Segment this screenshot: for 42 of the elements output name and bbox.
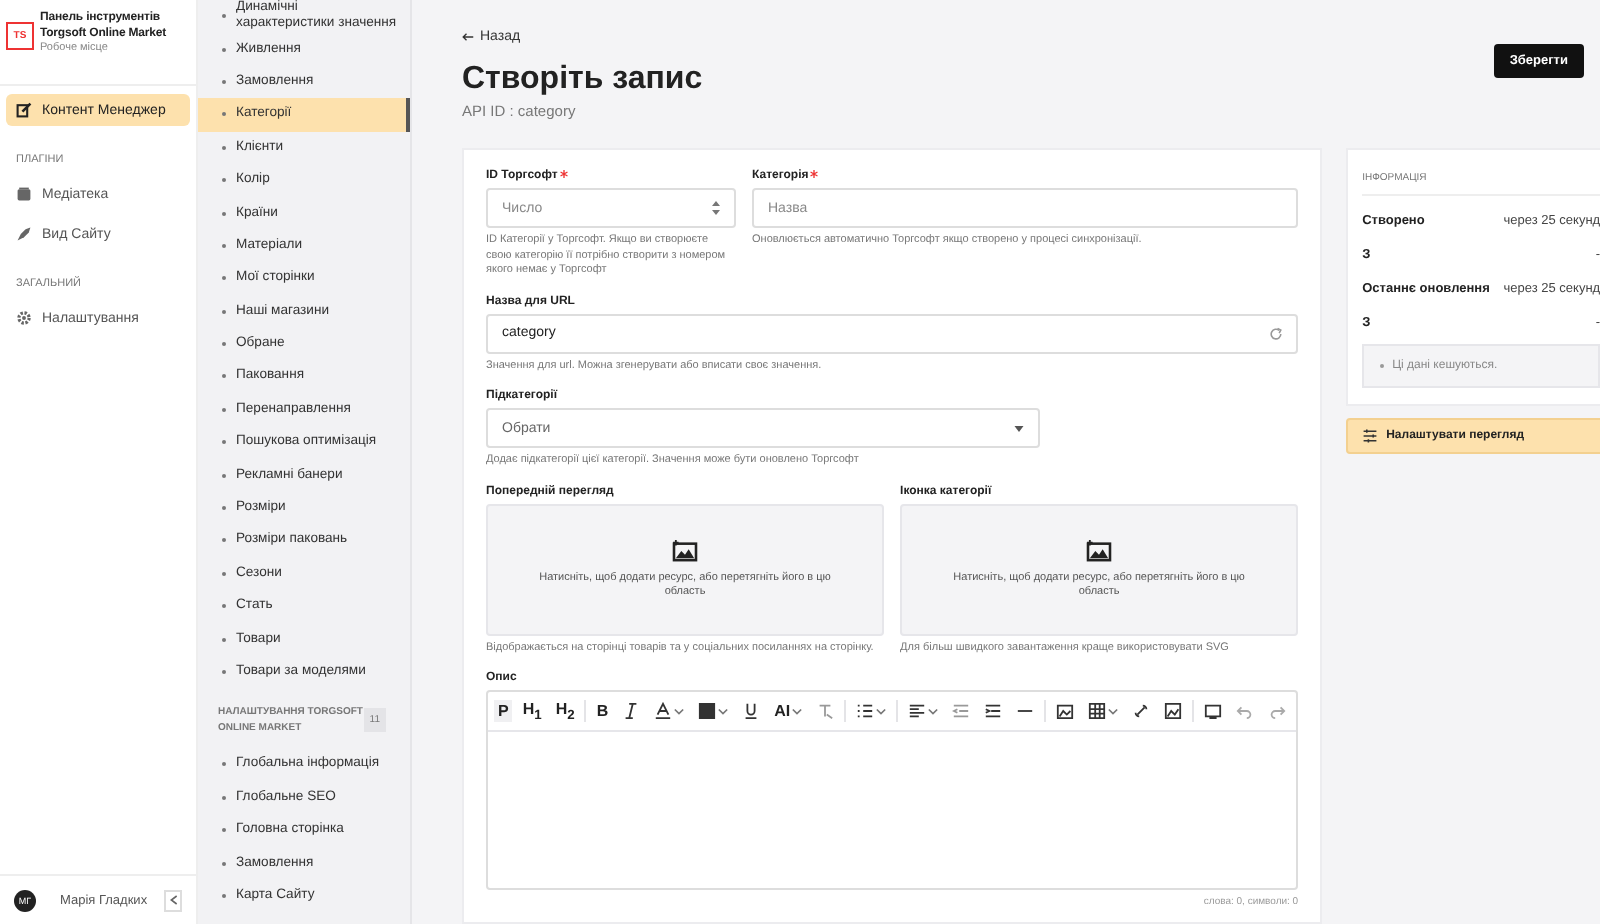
toolbar-button[interactable]	[1052, 700, 1079, 722]
gallery-icon	[1164, 702, 1183, 720]
toolbar-button[interactable]	[1200, 700, 1227, 722]
image-add-icon	[1086, 539, 1113, 561]
outdent-icon	[952, 702, 971, 720]
underline-icon	[742, 702, 761, 720]
collapse-button[interactable]	[164, 889, 182, 911]
arrow-left-icon	[462, 32, 474, 42]
format-button[interactable]: P	[494, 700, 513, 722]
format-button[interactable]: AI	[770, 700, 807, 722]
chevron-left-icon	[169, 894, 177, 906]
clear-format-icon	[816, 702, 835, 720]
italic-icon	[622, 702, 641, 720]
page-title: Створіть запис	[462, 62, 703, 98]
align-icon	[908, 702, 927, 720]
monitor-icon	[1204, 702, 1223, 720]
toolbar-button[interactable]	[650, 700, 689, 722]
toolbar-button[interactable]	[1160, 700, 1187, 722]
list-icon	[856, 702, 875, 720]
format-button[interactable]: H$_{2}$	[551, 697, 579, 725]
font-color-icon	[654, 702, 673, 720]
toolbar-button[interactable]	[694, 700, 733, 722]
indent-icon	[984, 702, 1003, 720]
caret-icon	[1014, 425, 1024, 431]
undo-icon	[1236, 702, 1255, 720]
image-add-icon	[672, 539, 699, 561]
table-icon	[1088, 702, 1107, 720]
spinner-icon	[712, 200, 720, 216]
toolbar-button[interactable]	[852, 700, 891, 722]
refresh-icon	[1268, 325, 1285, 341]
highlight-icon	[698, 702, 717, 720]
image-icon	[1056, 702, 1075, 720]
toolbar-button[interactable]	[1084, 700, 1123, 722]
format-button[interactable]: H$_{1}$	[518, 697, 546, 725]
toolbar-button[interactable]	[904, 700, 943, 722]
settings-icon	[16, 310, 32, 326]
rich-text-editor[interactable]: P H$_{1}$ H$_{2}$ B AI	[486, 690, 1299, 890]
sliders-icon	[1362, 428, 1379, 444]
media-icon	[16, 186, 32, 202]
edit-icon	[16, 102, 32, 118]
redo-icon	[1268, 702, 1287, 720]
format-button[interactable]: B	[592, 700, 613, 722]
